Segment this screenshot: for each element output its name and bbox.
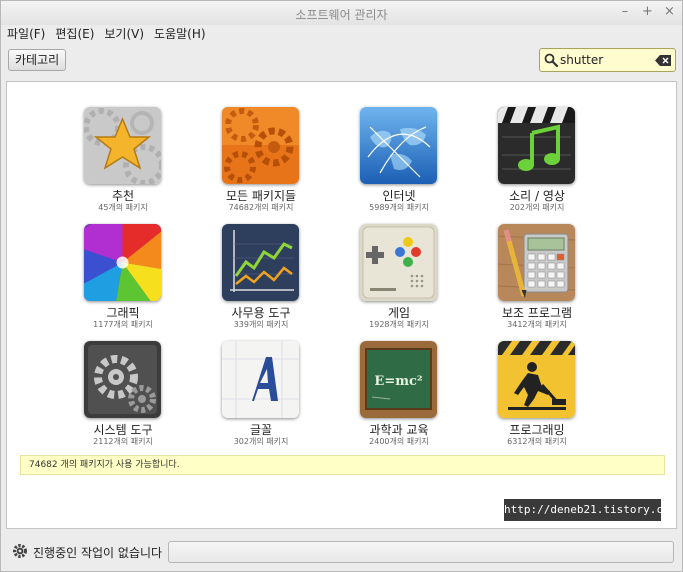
- status-bar: 진행중인 작업이 없습니다: [6, 537, 677, 567]
- menu-view[interactable]: 보기(V): [104, 23, 144, 43]
- category-count: 2112개의 패키지: [93, 437, 153, 446]
- clapper-note-icon: [498, 107, 575, 184]
- title-bar[interactable]: 소프트웨어 관리자 – + ×: [1, 1, 682, 25]
- maximize-button[interactable]: +: [642, 4, 653, 19]
- window-controls: – + ×: [620, 4, 675, 19]
- gear-icon: [13, 544, 27, 558]
- window-title: 소프트웨어 관리자: [295, 8, 388, 22]
- formula-glyph: E=mc²: [374, 374, 422, 389]
- search-icon: [544, 53, 558, 67]
- category-panel: 추천 45개의 패키지 모든 패키지들 74682개의 패키지 인터넷 5989…: [6, 81, 677, 529]
- color-wheel-icon: [84, 224, 161, 301]
- menu-help[interactable]: 도움말(H): [154, 23, 206, 43]
- search-box[interactable]: [539, 48, 676, 72]
- close-button[interactable]: ×: [664, 4, 675, 19]
- category-programming[interactable]: 프로그래밍 6312개의 패키지: [472, 316, 602, 446]
- category-count: 2400개의 패키지: [369, 437, 429, 446]
- menu-bar: 파일(F) 편집(E) 보기(V) 도움말(H): [1, 23, 206, 43]
- globe-icon: [360, 107, 437, 184]
- category-system-tools[interactable]: 시스템 도구 2112개의 패키지: [58, 316, 188, 446]
- software-manager-window: 소프트웨어 관리자 – + × 파일(F) 편집(E) 보기(V) 도움말(H)…: [0, 0, 683, 572]
- menu-file[interactable]: 파일(F): [7, 23, 45, 43]
- category-games[interactable]: 게임 1928개의 패키지: [334, 199, 464, 329]
- line-chart-icon: [222, 224, 299, 301]
- category-accessories[interactable]: 보조 프로그램 3412개의 패키지: [472, 199, 602, 329]
- watermark: http://deneb21.tistory.com: [504, 499, 676, 521]
- availability-message: 74682 개의 패키지가 사용 가능합니다.: [20, 455, 665, 475]
- chalkboard-icon: E=mc²: [360, 341, 437, 418]
- construction-icon: [498, 341, 575, 418]
- category-count: 302개의 패키지: [233, 437, 289, 446]
- toolbar: 카테고리: [1, 45, 682, 77]
- progress-bar: [168, 541, 674, 563]
- menu-edit[interactable]: 편집(E): [55, 23, 94, 43]
- category-office[interactable]: 사무용 도구 339개의 패키지: [196, 199, 326, 329]
- category-sound-video[interactable]: 소리 / 영상 202개의 패키지: [472, 82, 602, 212]
- categories-button[interactable]: 카테고리: [8, 49, 67, 71]
- category-graphics[interactable]: 그래픽 1177개의 패키지: [58, 199, 188, 329]
- category-fonts[interactable]: 글꼴 302개의 패키지: [196, 316, 326, 446]
- calculator-icon: [498, 224, 575, 301]
- minimize-button[interactable]: –: [620, 4, 630, 19]
- category-science-education[interactable]: E=mc² 과학과 교육 2400개의 패키지: [334, 316, 464, 446]
- font-a-icon: [222, 341, 299, 418]
- gamepad-icon: [360, 224, 437, 301]
- category-featured[interactable]: 추천 45개의 패키지: [58, 82, 188, 212]
- status-text: 진행중인 작업이 없습니다: [33, 546, 163, 560]
- category-count: 6312개의 패키지: [507, 437, 567, 446]
- search-input[interactable]: [560, 51, 654, 69]
- category-all-packages[interactable]: 모든 패키지들 74682개의 패키지: [196, 82, 326, 212]
- clear-search-icon[interactable]: [655, 55, 671, 66]
- star-icon: [84, 107, 161, 184]
- system-gears-icon: [84, 341, 161, 418]
- gears-orange-icon: [222, 107, 299, 184]
- category-internet[interactable]: 인터넷 5989개의 패키지: [334, 82, 464, 212]
